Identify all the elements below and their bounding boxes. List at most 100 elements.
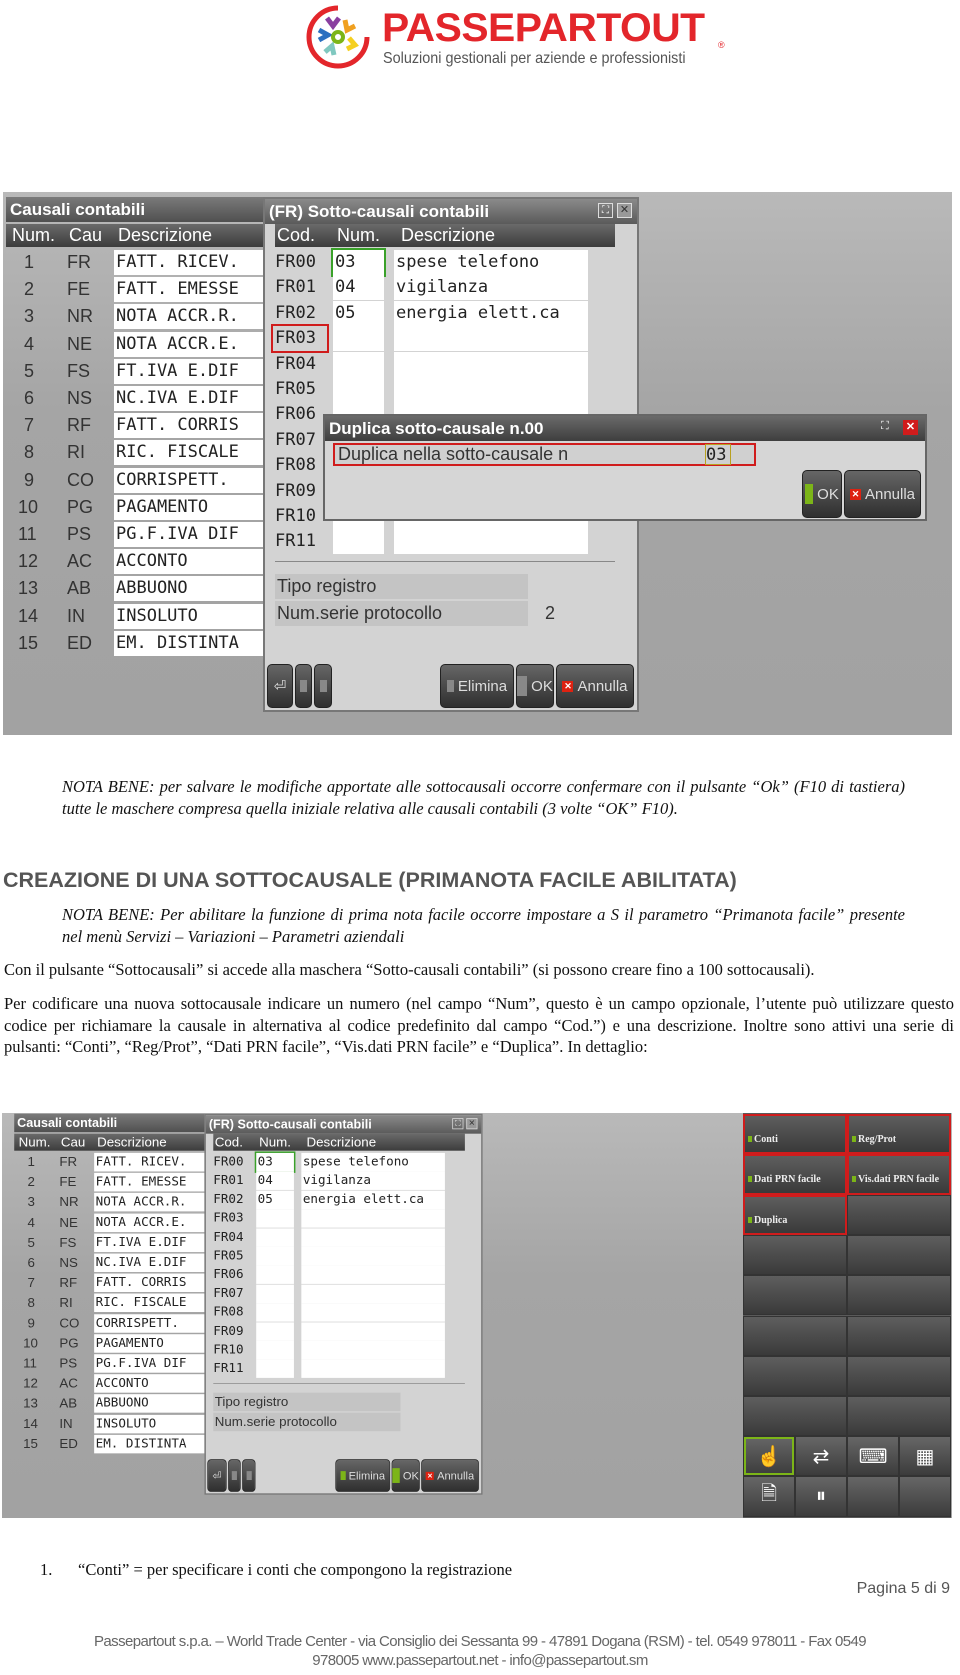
close-icon[interactable]: ✕ xyxy=(466,1118,478,1130)
close-icon[interactable]: ✕ xyxy=(617,203,632,218)
causale-row[interactable]: 15 ED EM. DISTINTA xyxy=(14,1434,206,1454)
row-descrizione-input[interactable] xyxy=(301,1359,445,1379)
sottocausale-row[interactable]: FR02 05 energia elett.ca xyxy=(212,1190,449,1210)
sottocausale-row[interactable]: FR03 xyxy=(212,1209,449,1228)
keyboard-icon[interactable]: ⌨ xyxy=(847,1436,899,1477)
causale-row[interactable]: 12 AC ACCONTO xyxy=(6,549,264,575)
row-descrizione-input[interactable]: vigilanza xyxy=(394,275,588,301)
row-num-input[interactable] xyxy=(256,1265,294,1285)
blank-button[interactable] xyxy=(228,1459,241,1492)
causale-row[interactable]: 8 RI RIC. FISCALE xyxy=(6,440,264,466)
maximize-icon[interactable]: ⛶ xyxy=(452,1118,464,1130)
causale-row[interactable]: 4 NE NOTA ACCR.E. xyxy=(6,331,264,357)
row-num-input[interactable] xyxy=(333,351,384,377)
row-num-input[interactable] xyxy=(333,529,384,555)
causale-row[interactable]: 9 CO CORRISPETT. xyxy=(14,1313,206,1333)
causale-row[interactable]: 7 RF FATT. CORRIS xyxy=(6,413,264,439)
side-button-empty[interactable] xyxy=(743,1355,847,1397)
causale-row[interactable]: 3 NR NOTA ACCR.R. xyxy=(6,304,264,330)
side-button-empty[interactable] xyxy=(847,1396,951,1437)
causale-row[interactable]: 2 FE FATT. EMESSE xyxy=(14,1173,206,1192)
row-num-input[interactable] xyxy=(256,1322,294,1341)
row-descrizione-input[interactable]: vigilanza xyxy=(301,1171,445,1191)
row-num-input[interactable]: 04 xyxy=(333,275,384,301)
sottocausale-row[interactable]: FR07 xyxy=(212,1284,449,1303)
causale-row[interactable]: 5 FS FT.IVA E.DIF xyxy=(14,1233,206,1252)
causale-row[interactable]: 15 ED EM. DISTINTA xyxy=(6,630,264,656)
sottocausale-row[interactable]: FR05 xyxy=(273,377,593,402)
side-button-empty[interactable] xyxy=(847,1355,951,1397)
side-button-empty[interactable] xyxy=(847,1194,951,1235)
sottocausale-row[interactable]: FR01 04 vigilanza xyxy=(273,275,593,301)
causale-row[interactable]: 2 FE FATT. EMESSE xyxy=(6,277,264,303)
causale-row[interactable]: 14 IN INSOLUTO xyxy=(6,603,264,629)
causale-row[interactable]: 10 PG PAGAMENTO xyxy=(14,1334,206,1353)
elimina-button[interactable]: Elimina xyxy=(335,1459,391,1492)
side-button-empty[interactable] xyxy=(743,1315,847,1356)
annulla-button[interactable]: ✕ Annulla xyxy=(556,664,634,708)
row-descrizione-input[interactable] xyxy=(301,1303,445,1322)
row-num-input[interactable] xyxy=(333,326,384,352)
keypad-icon[interactable]: ▦ xyxy=(899,1436,951,1477)
row-num-input[interactable] xyxy=(256,1303,294,1322)
causale-row[interactable]: 10 PG PAGAMENTO xyxy=(6,494,264,520)
causale-row[interactable]: 9 CO CORRISPETT. xyxy=(6,467,264,493)
row-num-input[interactable] xyxy=(256,1284,294,1303)
causale-row[interactable]: 8 RI RIC. FISCALE xyxy=(14,1293,206,1313)
row-num-input[interactable] xyxy=(256,1246,294,1266)
sottocausale-row[interactable]: FR01 04 vigilanza xyxy=(212,1171,449,1191)
row-num-input[interactable]: 05 xyxy=(333,300,384,326)
close-icon[interactable]: ✕ xyxy=(903,420,918,435)
row-descrizione-input[interactable] xyxy=(301,1265,445,1285)
ok-button[interactable]: OK xyxy=(391,1459,420,1492)
document-search-icon[interactable]: 🗎 xyxy=(743,1476,795,1517)
side-button-vis-dati-prn-facile[interactable]: Vis.dati PRN facile xyxy=(847,1154,951,1195)
empty-button[interactable] xyxy=(899,1476,951,1517)
sottocausale-row[interactable]: FR00 03 spese telefono xyxy=(212,1151,449,1173)
side-button-empty[interactable] xyxy=(847,1234,951,1276)
row-descrizione-input[interactable] xyxy=(394,529,588,555)
causale-row[interactable]: 1 FR FATT. RICEV. xyxy=(14,1152,206,1172)
causale-row[interactable]: 3 NR NOTA ACCR.R. xyxy=(14,1193,206,1212)
row-num-input[interactable] xyxy=(333,377,384,402)
blank-button[interactable] xyxy=(295,664,312,708)
causale-row[interactable]: 6 NS NC.IVA E.DIF xyxy=(14,1253,206,1273)
causale-row[interactable]: 7 RF FATT. CORRIS xyxy=(14,1273,206,1293)
row-num-input[interactable]: 03 xyxy=(254,1151,296,1173)
side-button-empty[interactable] xyxy=(847,1275,951,1316)
sottocausale-row[interactable]: FR05 xyxy=(212,1246,449,1266)
maximize-icon[interactable]: ⛶ xyxy=(881,420,896,435)
causale-row[interactable]: 6 NS NC.IVA E.DIF xyxy=(6,386,264,411)
causale-row[interactable]: 1 FR FATT. RICEV. xyxy=(6,250,264,275)
blank-button[interactable] xyxy=(314,664,332,708)
side-button-duplica[interactable]: Duplica xyxy=(743,1194,847,1235)
row-descrizione-input[interactable]: spese telefono xyxy=(301,1152,445,1172)
row-descrizione-input[interactable] xyxy=(301,1322,445,1341)
annulla-button[interactable]: ✕ Annulla xyxy=(421,1459,479,1492)
row-num-input[interactable] xyxy=(256,1359,294,1379)
dialog-ok-button[interactable]: OK xyxy=(802,470,842,518)
side-button-conti[interactable]: Conti xyxy=(743,1114,847,1155)
row-descrizione-input[interactable] xyxy=(301,1246,445,1266)
row-descrizione-input[interactable] xyxy=(394,351,588,377)
dialog-annulla-button[interactable]: ✕ Annulla xyxy=(844,470,921,518)
causale-row[interactable]: 5 FS FT.IVA E.DIF xyxy=(6,358,264,384)
side-button-empty[interactable] xyxy=(743,1275,847,1316)
side-button-dati-prn-facile[interactable]: Dati PRN facile xyxy=(743,1154,847,1195)
causale-row[interactable]: 13 AB ABBUONO xyxy=(14,1394,206,1413)
enter-button[interactable]: ⏎ xyxy=(267,664,293,708)
causale-row[interactable]: 11 PS PG.F.IVA DIF xyxy=(14,1354,206,1373)
sottocausale-row[interactable]: FR04 xyxy=(212,1228,449,1247)
maximize-icon[interactable]: ⛶ xyxy=(598,203,613,218)
row-descrizione-input[interactable] xyxy=(301,1340,445,1360)
sottocausale-row[interactable]: FR11 xyxy=(273,529,593,555)
row-descrizione-input[interactable] xyxy=(301,1228,445,1247)
enter-button[interactable]: ⏎ xyxy=(207,1459,227,1492)
side-button-empty[interactable] xyxy=(743,1234,847,1276)
side-button-reg-prot[interactable]: Reg/Prot xyxy=(847,1114,951,1155)
sottocausale-row[interactable]: FR10 xyxy=(212,1340,449,1360)
elimina-button[interactable]: Elimina xyxy=(440,664,514,708)
sottocausale-row[interactable]: FR08 xyxy=(212,1303,449,1322)
sottocausale-row[interactable]: FR09 xyxy=(212,1322,449,1341)
row-num-input[interactable]: 05 xyxy=(256,1190,294,1210)
